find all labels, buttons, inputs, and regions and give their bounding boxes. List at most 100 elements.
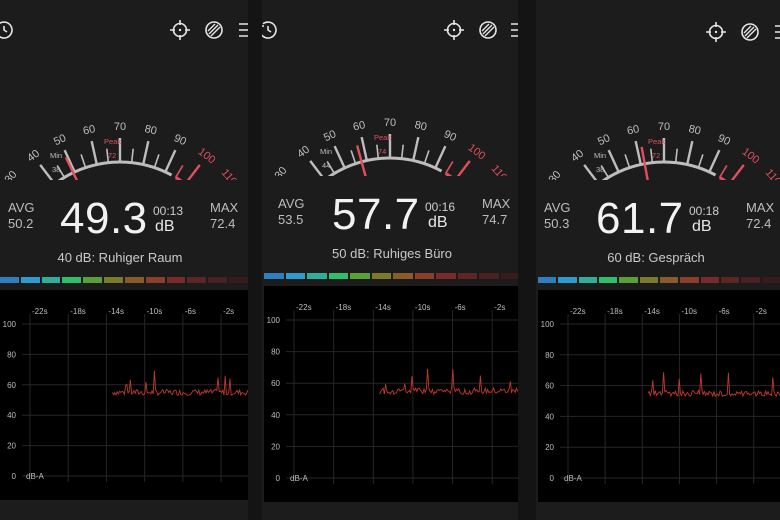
menu-icon[interactable] [772, 20, 780, 44]
graph-x-tick: -22s [296, 303, 312, 312]
level-color-segment [187, 277, 207, 283]
menu-icon[interactable] [508, 18, 518, 42]
gauge-tick [444, 161, 454, 174]
level-color-segment [578, 277, 597, 283]
gauge-tick [607, 149, 620, 173]
graph-y-tick: 40 [7, 411, 16, 420]
crosshair-icon[interactable] [704, 20, 728, 44]
crosshair-icon[interactable] [168, 18, 192, 42]
graph-y-tick: 80 [545, 351, 554, 360]
crosshair-icon[interactable] [442, 18, 466, 42]
level-color-scale [0, 277, 248, 283]
gauge-tick [90, 140, 98, 165]
gauge-scale-label: 80 [413, 119, 428, 133]
gauge-tick [350, 150, 357, 164]
theme-icon[interactable] [202, 18, 226, 42]
gauge-tick [186, 164, 201, 180]
graph-x-tick: -14s [644, 307, 660, 316]
gauge-scale-label: 80 [687, 123, 702, 137]
graph-unit-label: dB-A [290, 474, 308, 483]
graph-y-tick: 100 [3, 320, 17, 329]
gauge-scale-label: 100 [740, 146, 762, 167]
history-graph: -22s -18s -14s -10s -6s -2s 100 80 60 40 20 0 dB-A [538, 290, 780, 502]
gauge-tick [634, 140, 642, 165]
max-value: 74.7 [482, 212, 508, 227]
gauge-scale-label: 40 [25, 148, 42, 165]
theme-icon[interactable] [738, 20, 762, 44]
gauge-scale-label: 50 [52, 132, 68, 148]
menu-icon[interactable] [236, 18, 248, 42]
graph-x-tick: -6s [455, 303, 466, 312]
gauge-tick [164, 149, 177, 173]
current-level: 57.7 [332, 190, 420, 239]
level-color-segment [619, 277, 638, 283]
current-level: 49.3 [60, 194, 148, 243]
level-color-scale [538, 277, 780, 283]
level-unit: dB [155, 218, 175, 235]
level-color-segment [680, 277, 699, 283]
gauge-min-label: Min [50, 151, 62, 160]
gauge-scale-label: 60 [352, 119, 367, 133]
graph-x-tick: -10s [415, 303, 431, 312]
graph-y-tick: 80 [7, 350, 16, 359]
graph-y-tick: 0 [12, 472, 17, 481]
level-color-segment [307, 273, 327, 279]
elapsed-time: 00:18 [689, 204, 720, 218]
level-description: 60 dB: Gespräch [607, 250, 705, 265]
gauge-scale-label: 110 [219, 167, 240, 180]
history-icon[interactable] [0, 18, 16, 42]
meter-panel-2: 2030405060708090100110120Min44Peak74 AVG… [262, 0, 518, 520]
toolbar [536, 18, 780, 44]
elapsed-time: 00:13 [153, 204, 184, 218]
graph-y-tick: 40 [545, 412, 554, 421]
gauge: 2030405060708090100110120Min38Peak72 [3, 121, 240, 180]
elapsed-time: 00:16 [425, 200, 456, 214]
gauge-tick [674, 148, 678, 163]
avg-label: AVG [544, 200, 571, 215]
gauge-scale-label: 50 [322, 128, 338, 144]
gauge-tick [142, 140, 150, 165]
theme-icon[interactable] [476, 18, 500, 42]
graph-x-tick: -22s [32, 307, 48, 316]
level-color-segment [104, 277, 123, 283]
level-color-segment [371, 273, 391, 279]
level-color-scale [264, 273, 518, 279]
graph-x-tick: -18s [336, 303, 352, 312]
max-label: MAX [746, 200, 775, 215]
gauge-arc [718, 176, 727, 180]
gauge-tick [400, 144, 404, 159]
graph-trace [112, 370, 248, 397]
level-description: 50 dB: Ruhiges Büro [332, 246, 452, 261]
gauge-tick [708, 149, 721, 173]
max-value: 72.4 [210, 216, 236, 231]
gauge-scale-label: 100 [466, 142, 488, 163]
level-color-segment [639, 277, 658, 283]
avg-value: 53.5 [278, 212, 304, 227]
gauge-arc [444, 172, 453, 176]
gauge-tick [718, 165, 728, 178]
gauge-tick [333, 145, 346, 169]
level-color-segment [598, 277, 618, 283]
level-color-segment [700, 277, 719, 283]
gauge-scale-label: 30 [3, 169, 20, 180]
level-color-segment [166, 277, 186, 283]
level-color-segment [720, 277, 740, 283]
graph-y-tick: 20 [7, 442, 16, 451]
level-color-segment [479, 273, 499, 279]
gauge-scale-label: 50 [596, 132, 612, 148]
graph-y-tick: 60 [545, 382, 554, 391]
gauge-arc [174, 176, 183, 180]
gauge-scale-label: 60 [82, 123, 97, 137]
gauge-tick [80, 154, 87, 168]
graph-y-tick: 100 [267, 316, 281, 325]
history-graph: -22s -18s -14s -10s -6s -2s 100 80 60 40 20 0 dB-A [264, 286, 518, 502]
gauge-tick [360, 136, 368, 161]
graph-x-tick: -6s [719, 307, 730, 316]
gauge-arc [327, 156, 443, 176]
level-unit: dB [428, 214, 448, 231]
gauge-scale-label: 100 [196, 146, 218, 167]
gauge: 2030405060708090100110120Min38Peak72 [547, 121, 780, 180]
gauge-tick [423, 150, 430, 164]
gauge-peak-label: Peak [648, 137, 665, 146]
history-icon[interactable] [262, 18, 280, 42]
